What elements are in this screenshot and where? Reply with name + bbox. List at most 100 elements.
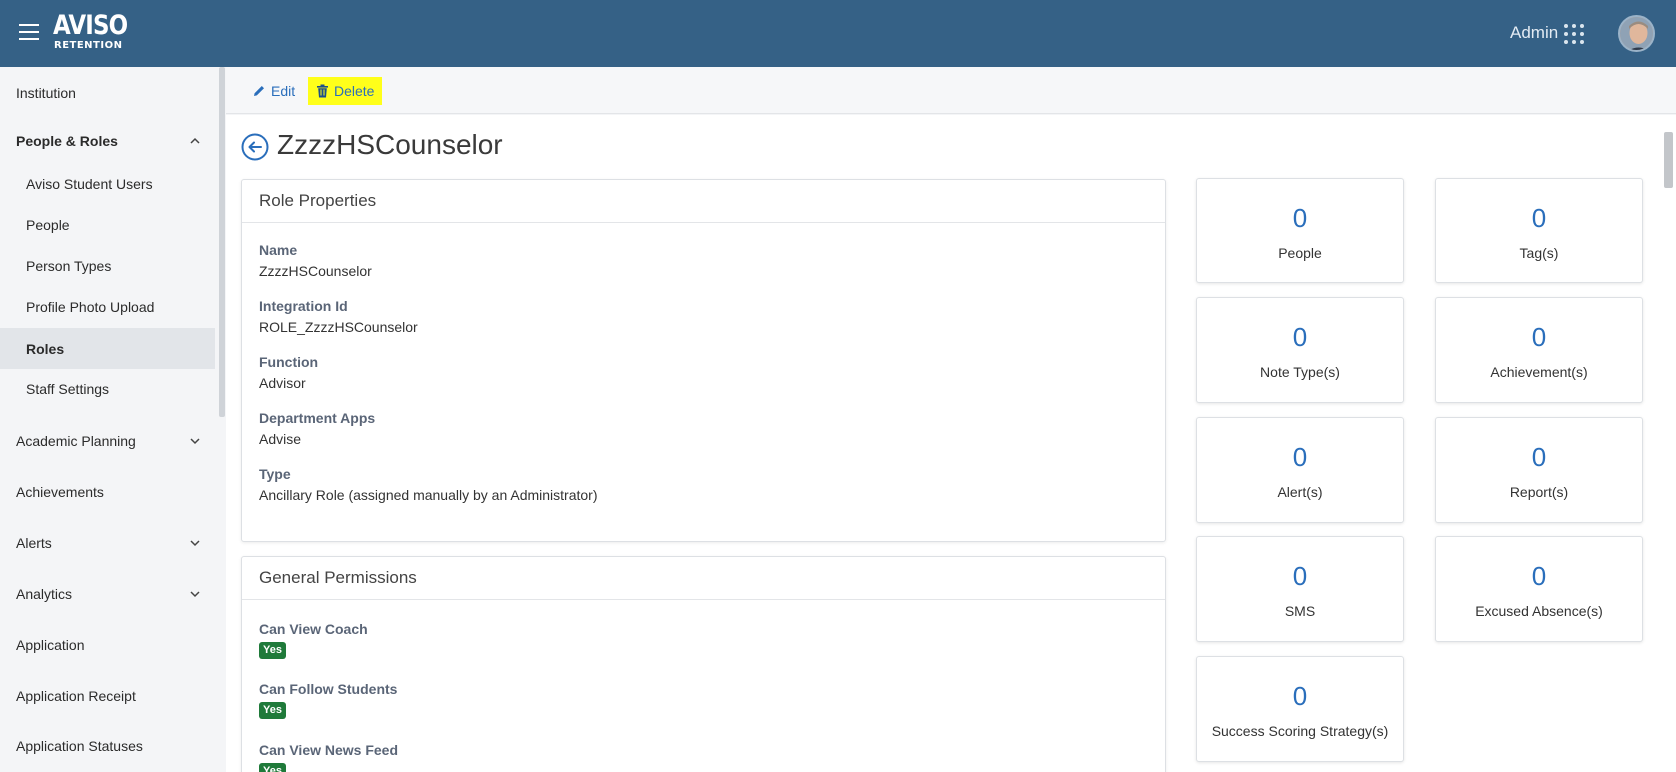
app-grid-icon[interactable]: [1564, 24, 1584, 44]
sidebar-item-academic-planning[interactable]: Academic Planning: [0, 421, 215, 461]
avatar[interactable]: [1618, 15, 1655, 52]
sidebar-item-label: Roles: [26, 340, 65, 357]
stat-count: 0: [1292, 203, 1308, 233]
sidebar-item-staff-settings[interactable]: Staff Settings: [0, 369, 215, 409]
type-label: Type: [259, 466, 291, 482]
status-badge: Yes: [259, 702, 286, 719]
delete-button[interactable]: Delete: [308, 77, 383, 105]
chevron-down-icon: [190, 591, 200, 598]
trash-icon: [317, 84, 328, 98]
stat-label: SMS: [1284, 603, 1316, 619]
action-toolbar: Edit Delete: [226, 67, 1676, 114]
sidebar-item-label: People & Roles: [16, 133, 118, 149]
stat-tile-tags[interactable]: 0 Tag(s): [1435, 178, 1643, 283]
delete-button-label: Delete: [334, 83, 375, 99]
top-header: AVISO RETENTION Admin: [0, 0, 1676, 67]
sidebar-item-label: Application Receipt: [16, 688, 136, 704]
stat-tile-achievements[interactable]: 0 Achievement(s): [1435, 297, 1643, 403]
role-properties-header: Role Properties: [242, 180, 1165, 223]
stat-count: 0: [1292, 322, 1308, 352]
role-properties-card: Role Properties Name ZzzzHSCounselor Int…: [241, 179, 1166, 542]
stat-count: 0: [1292, 442, 1308, 472]
sidebar-item-application-receipt[interactable]: Application Receipt: [0, 676, 215, 716]
stat-count: 0: [1531, 442, 1547, 472]
sidebar-item-profile-photo-upload[interactable]: Profile Photo Upload: [0, 287, 215, 327]
stat-tile-alerts[interactable]: 0 Alert(s): [1196, 417, 1404, 523]
sidebar-item-label: Alerts: [16, 535, 52, 551]
integration-id-label: Integration Id: [259, 298, 348, 314]
sidebar-item-people-roles[interactable]: People & Roles: [0, 121, 215, 161]
main-scrollbar-track[interactable]: [1659, 115, 1676, 772]
stat-label: Success Scoring Strategy(s): [1211, 723, 1389, 739]
sidebar-item-achievements[interactable]: Achievements: [0, 472, 215, 512]
aviso-logo[interactable]: AVISO RETENTION: [53, 12, 140, 52]
edit-button[interactable]: Edit: [252, 80, 295, 102]
function-value: Advisor: [259, 375, 306, 391]
sidebar-item-people[interactable]: People: [0, 205, 215, 245]
stat-count: 0: [1531, 561, 1547, 591]
sidebar-item-label: Profile Photo Upload: [26, 299, 155, 315]
sidebar-item-label: Achievements: [16, 484, 104, 500]
logo-sub-text: RETENTION: [54, 40, 123, 51]
stat-label: People: [1278, 245, 1322, 261]
sidebar-item-application[interactable]: Application: [0, 625, 215, 665]
chevron-up-icon: [190, 137, 200, 144]
edit-button-label: Edit: [271, 83, 296, 99]
department-apps-value: Advise: [259, 431, 302, 447]
pencil-icon: [254, 86, 264, 96]
back-arrow-icon[interactable]: [241, 133, 269, 161]
sidebar-item-roles[interactable]: Roles: [0, 328, 215, 369]
sidebar-item-alerts[interactable]: Alerts: [0, 523, 215, 563]
sidebar-nav: Institution People & Roles Aviso Student…: [0, 67, 221, 772]
integration-id-value: ROLE_ZzzzHSCounselor: [259, 319, 418, 335]
sidebar-item-label: Application: [16, 637, 85, 653]
sidebar-scrollbar[interactable]: [219, 67, 225, 417]
stat-count: 0: [1292, 561, 1308, 591]
name-value: ZzzzHSCounselor: [259, 263, 372, 279]
type-value: Ancillary Role (assigned manually by an …: [259, 487, 598, 503]
sidebar-item-person-types[interactable]: Person Types: [0, 246, 215, 286]
status-badge: Yes: [259, 642, 286, 659]
chevron-down-icon: [190, 438, 200, 445]
stat-count: 0: [1531, 203, 1547, 233]
sidebar-item-institution[interactable]: Institution: [0, 73, 215, 113]
stat-tile-sms[interactable]: 0 SMS: [1196, 536, 1404, 642]
name-label: Name: [259, 242, 298, 258]
sidebar-item-application-statuses[interactable]: Application Statuses: [0, 726, 215, 766]
stat-tile-note-types[interactable]: 0 Note Type(s): [1196, 297, 1404, 403]
stat-count: 0: [1531, 322, 1547, 352]
general-permissions-card: General Permissions Can View Coach Yes C…: [241, 556, 1166, 772]
sidebar-item-label: Aviso Student Users: [26, 176, 153, 192]
stat-label: Tag(s): [1519, 245, 1559, 261]
general-permissions-header: General Permissions: [242, 557, 1165, 600]
sidebar-item-label: People: [26, 217, 70, 233]
sidebar-item-label: Academic Planning: [16, 433, 136, 449]
stat-tile-people[interactable]: 0 People: [1196, 178, 1404, 283]
sidebar-item-label: Person Types: [26, 258, 112, 274]
sidebar-item-analytics[interactable]: Analytics: [0, 574, 215, 614]
logo-main-text: AVISO: [53, 10, 128, 41]
stat-label: Report(s): [1509, 484, 1569, 500]
stat-label: Alert(s): [1277, 484, 1323, 500]
user-role-label[interactable]: Admin: [1510, 23, 1558, 43]
department-apps-label: Department Apps: [259, 410, 376, 426]
stat-tile-reports[interactable]: 0 Report(s): [1435, 417, 1643, 523]
sidebar-item-label: Staff Settings: [26, 381, 110, 397]
stat-tile-success-scoring-strategies[interactable]: 0 Success Scoring Strategy(s): [1196, 656, 1404, 762]
sidebar-item-label: Application Statuses: [16, 738, 143, 754]
can-view-coach-label: Can View Coach: [259, 621, 368, 637]
sidebar-item-label: Institution: [16, 85, 76, 101]
main-scrollbar-thumb[interactable]: [1664, 132, 1673, 188]
stat-label: Achievement(s): [1490, 364, 1588, 380]
chevron-down-icon: [190, 540, 200, 547]
hamburger-menu-icon[interactable]: [19, 24, 39, 40]
function-label: Function: [259, 354, 319, 370]
can-follow-students-label: Can Follow Students: [259, 681, 398, 697]
sidebar-item-label: Analytics: [16, 586, 73, 602]
can-view-news-feed-label: Can View News Feed: [259, 742, 399, 758]
sidebar-item-aviso-student-users[interactable]: Aviso Student Users: [0, 164, 215, 204]
page-title: ZzzzHSCounselor: [277, 129, 503, 160]
stat-tile-excused-absences[interactable]: 0 Excused Absence(s): [1435, 536, 1643, 642]
status-badge: Yes: [259, 763, 286, 772]
stat-count: 0: [1292, 681, 1308, 711]
